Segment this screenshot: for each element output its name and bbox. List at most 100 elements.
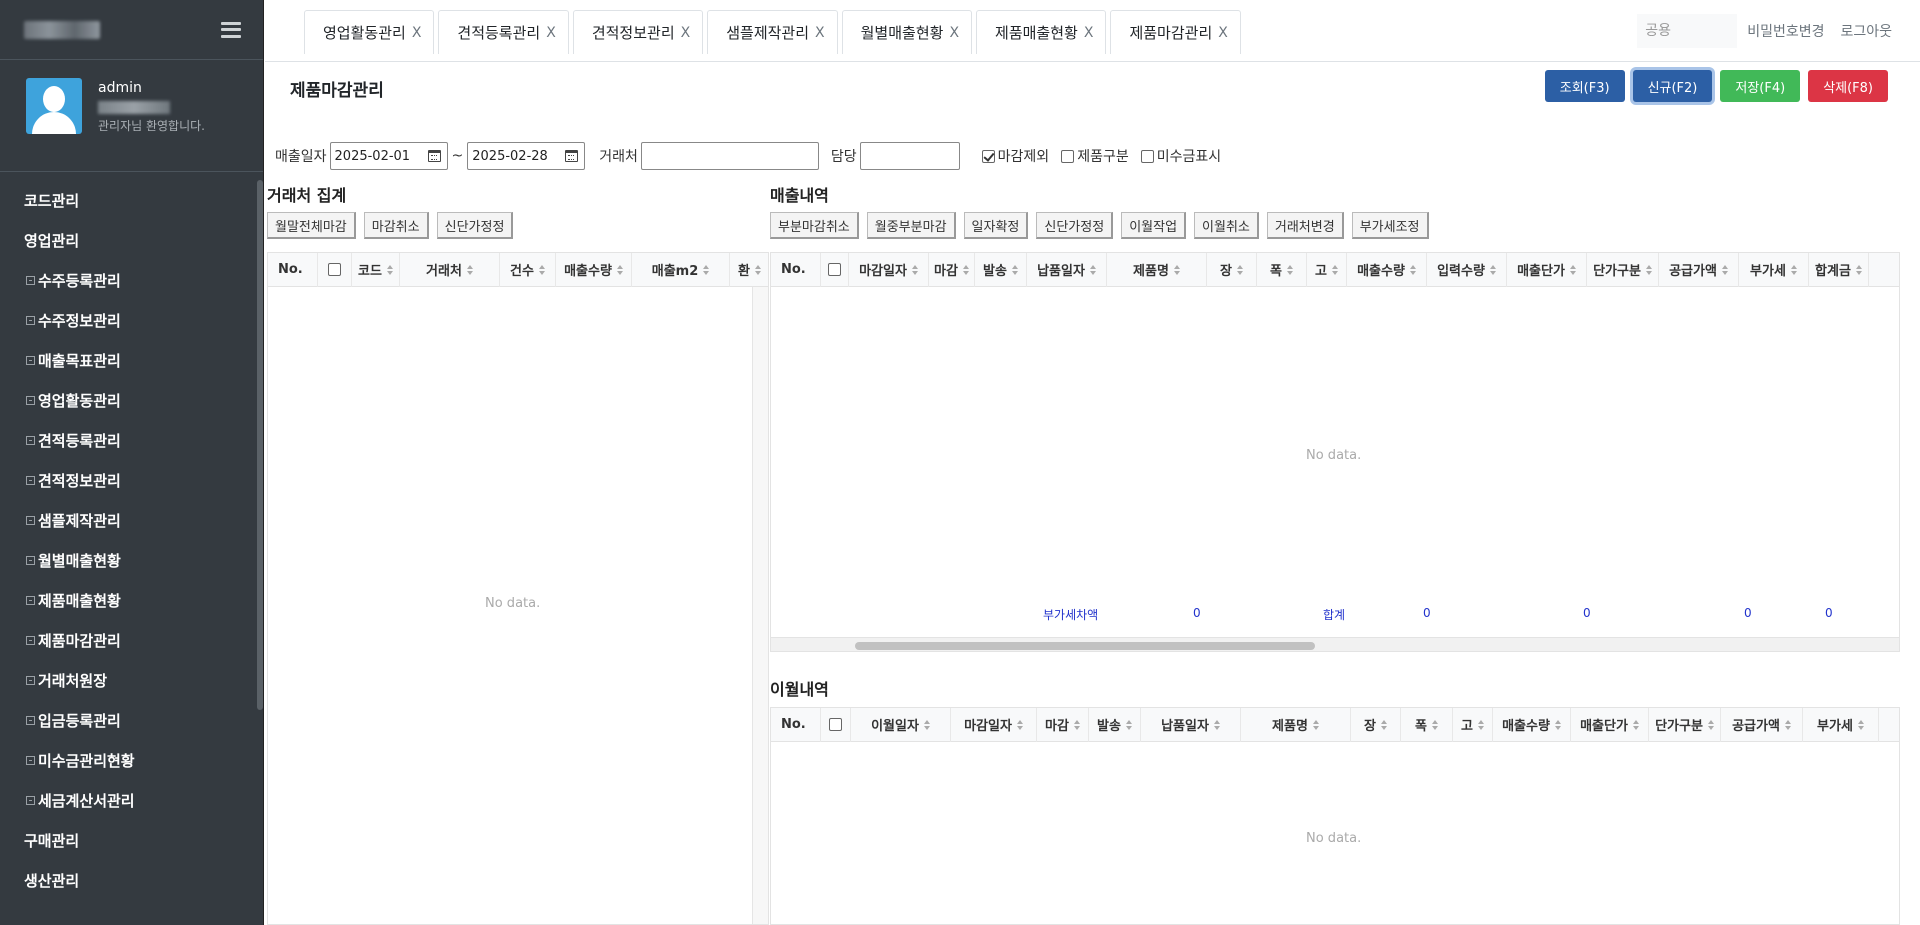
sidebar-item[interactable]: 거래처원장: [0, 660, 263, 700]
sort-icon[interactable]: [1554, 719, 1561, 730]
client-grid-scrollbar[interactable]: [752, 287, 768, 924]
column-header[interactable]: 매출단가: [1507, 253, 1587, 287]
column-header[interactable]: 고: [1307, 253, 1347, 287]
grid-action-button[interactable]: 이월작업: [1121, 212, 1187, 239]
select-all-checkbox[interactable]: [828, 263, 841, 276]
sidebar-item[interactable]: 월별매출현황: [0, 540, 263, 580]
sort-icon[interactable]: [1125, 719, 1132, 730]
column-header[interactable]: 거래처: [400, 253, 500, 287]
grid-action-button[interactable]: 신단가정정: [436, 212, 514, 239]
sort-icon[interactable]: [1645, 264, 1652, 275]
column-header[interactable]: 매출수량: [1493, 708, 1571, 742]
date-from-input[interactable]: 2025-02-01: [329, 142, 448, 170]
sidebar-item[interactable]: 견적정보관리: [0, 460, 263, 500]
column-header[interactable]: 마감일자: [951, 708, 1037, 742]
sort-icon[interactable]: [1236, 264, 1243, 275]
grid-action-button[interactable]: 일자확정: [963, 212, 1029, 239]
column-header[interactable]: [821, 253, 849, 287]
save-button[interactable]: 저장(F4): [1720, 70, 1801, 102]
sort-icon[interactable]: [923, 719, 930, 730]
grid-action-button[interactable]: 거래처변경: [1266, 212, 1344, 239]
sort-icon[interactable]: [1707, 719, 1714, 730]
sidebar-item[interactable]: 미수금관리현황: [0, 740, 263, 780]
date-to-input[interactable]: 2025-02-28: [467, 142, 586, 170]
filter-checkbox[interactable]: 제품구분: [1061, 146, 1129, 166]
sort-icon[interactable]: [386, 264, 393, 275]
checkbox[interactable]: [981, 149, 995, 163]
column-header[interactable]: 매출단가: [1571, 708, 1649, 742]
column-header[interactable]: 폭: [1257, 253, 1307, 287]
calendar-icon[interactable]: [427, 150, 441, 162]
close-icon[interactable]: X: [1084, 25, 1094, 41]
change-password-link[interactable]: 비밀번호변경: [1747, 21, 1824, 41]
column-header[interactable]: 코드: [352, 253, 400, 287]
sort-icon[interactable]: [1089, 264, 1096, 275]
sort-icon[interactable]: [1286, 264, 1293, 275]
column-header[interactable]: 합계금: [1809, 253, 1869, 287]
column-header[interactable]: 마감일자: [849, 253, 929, 287]
search-button[interactable]: 조회(F3): [1544, 70, 1625, 102]
column-header[interactable]: 제품명: [1241, 708, 1351, 742]
column-header[interactable]: [821, 708, 851, 742]
client-input[interactable]: [640, 142, 819, 170]
select-all-checkbox[interactable]: [829, 718, 842, 731]
checkbox[interactable]: [1061, 149, 1075, 163]
sort-icon[interactable]: [1721, 264, 1728, 275]
manager-input[interactable]: [859, 142, 960, 170]
column-header[interactable]: 발송: [975, 253, 1027, 287]
sidebar-item[interactable]: 제품매출현황: [0, 580, 263, 620]
sidebar-item[interactable]: 견적등록관리: [0, 420, 263, 460]
sidebar-item[interactable]: 영업활동관리: [0, 380, 263, 420]
sort-icon[interactable]: [1011, 264, 1018, 275]
column-header[interactable]: 공급가액: [1721, 708, 1803, 742]
column-header[interactable]: 단가구분: [1649, 708, 1721, 742]
sort-icon[interactable]: [1173, 264, 1180, 275]
column-header[interactable]: 장: [1351, 708, 1401, 742]
column-header[interactable]: 부가세: [1739, 253, 1809, 287]
sales-horizontal-scrollbar[interactable]: [771, 637, 1899, 651]
grid-action-button[interactable]: 부가세조정: [1351, 212, 1429, 239]
sort-icon[interactable]: [1073, 719, 1080, 730]
sort-icon[interactable]: [1632, 719, 1639, 730]
column-header[interactable]: 공급가액: [1659, 253, 1739, 287]
close-icon[interactable]: X: [1218, 25, 1228, 41]
tab-item[interactable]: 견적정보관리 X: [572, 10, 704, 54]
sidebar-item[interactable]: 수주정보관리: [0, 300, 263, 340]
sort-icon[interactable]: [1790, 264, 1797, 275]
sort-icon[interactable]: [1784, 719, 1791, 730]
sort-icon[interactable]: [962, 264, 969, 275]
sort-icon[interactable]: [1213, 719, 1220, 730]
delete-button[interactable]: 삭제(F8): [1808, 70, 1888, 102]
close-icon[interactable]: X: [949, 25, 959, 41]
filter-checkbox[interactable]: 미수금표시: [1140, 146, 1221, 166]
scrollbar-thumb[interactable]: [855, 642, 1315, 650]
sort-icon[interactable]: [1331, 264, 1338, 275]
sidebar-item[interactable]: 세금계산서관리: [0, 780, 263, 820]
sort-icon[interactable]: [1569, 264, 1576, 275]
sidebar-item[interactable]: 구매관리: [0, 820, 263, 860]
column-header[interactable]: 매출수량: [556, 253, 632, 287]
sort-icon[interactable]: [754, 264, 761, 275]
sidebar-item[interactable]: 영업관리: [0, 220, 263, 260]
logout-link[interactable]: 로그아웃: [1840, 21, 1892, 41]
sort-icon[interactable]: [1477, 719, 1484, 730]
grid-action-button[interactable]: 신단가정정: [1036, 212, 1114, 239]
grid-action-button[interactable]: 이월취소: [1194, 212, 1259, 239]
close-icon[interactable]: X: [681, 25, 691, 41]
grid-action-button[interactable]: 월말전체마감: [267, 212, 356, 239]
sort-icon[interactable]: [1312, 719, 1319, 730]
tab-item[interactable]: 영업활동관리 X: [304, 10, 435, 54]
sort-icon[interactable]: [703, 264, 710, 275]
column-header[interactable]: 폭: [1401, 708, 1453, 742]
common-input[interactable]: [1637, 14, 1738, 48]
sidebar-item[interactable]: 입금등록관리: [0, 700, 263, 740]
column-header[interactable]: 이월일자: [851, 708, 951, 742]
sort-icon[interactable]: [1431, 719, 1438, 730]
sort-icon[interactable]: [1409, 264, 1416, 275]
sort-icon[interactable]: [1016, 719, 1023, 730]
sidebar-item[interactable]: 코드관리: [0, 180, 263, 220]
grid-action-button[interactable]: 마감취소: [363, 212, 429, 239]
column-header[interactable]: 매출수량: [1347, 253, 1427, 287]
sort-icon[interactable]: [1380, 719, 1387, 730]
column-header[interactable]: 장: [1207, 253, 1257, 287]
